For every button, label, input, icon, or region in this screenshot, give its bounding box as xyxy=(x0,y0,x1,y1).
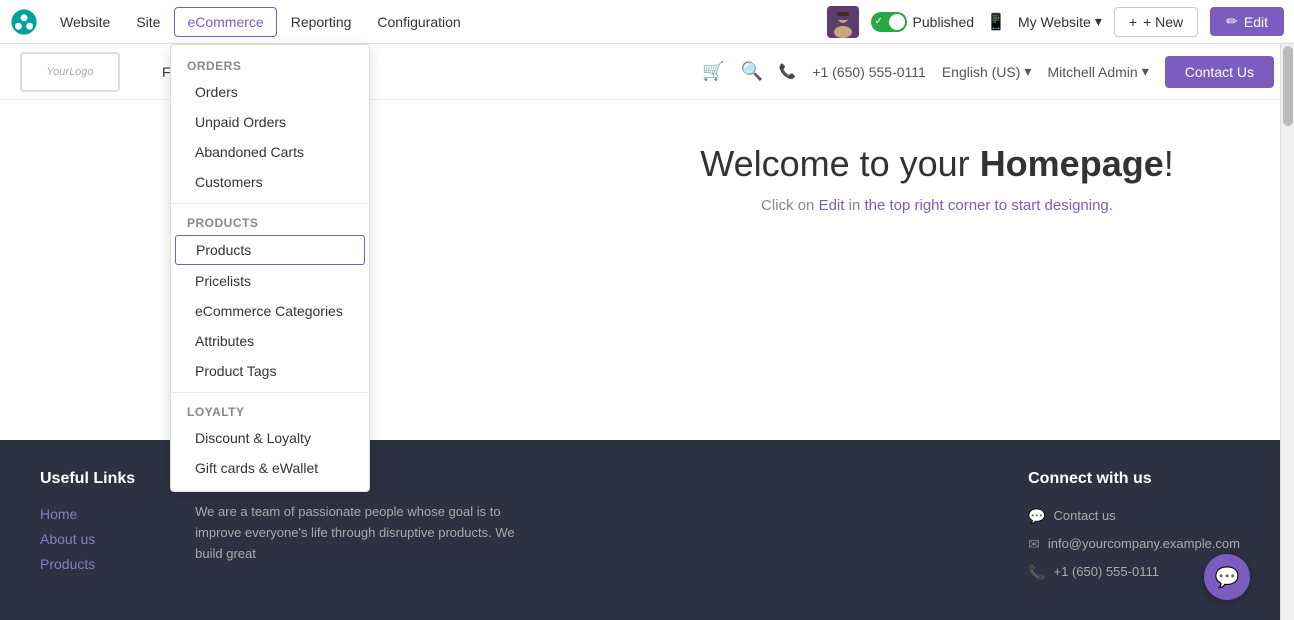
menu-item-customers[interactable]: Customers xyxy=(171,167,369,197)
scrollbar-thumb[interactable] xyxy=(1283,46,1293,126)
published-label: Published xyxy=(913,14,975,30)
hero-heading: Welcome to your Homepage! xyxy=(580,143,1294,185)
user-avatar[interactable] xyxy=(827,6,859,38)
menu-item-products[interactable]: Products xyxy=(175,235,365,265)
hero-welcome-text: Welcome to your xyxy=(700,143,979,184)
phone-text: +1 (650) 555-0111 xyxy=(1054,559,1159,585)
footer-link-about[interactable]: About us xyxy=(40,527,135,552)
nav-website[interactable]: Website xyxy=(48,8,122,36)
menu-item-ecommerce-categories[interactable]: eCommerce Categories xyxy=(171,296,369,326)
chevron-down-icon: ▾ xyxy=(1024,63,1031,80)
search-icon[interactable]: 🔍 xyxy=(740,61,762,82)
menu-item-unpaid-orders[interactable]: Unpaid Orders xyxy=(171,107,369,137)
connect-heading: Connect with us xyxy=(1028,470,1240,488)
orders-section-header: Orders xyxy=(171,53,369,77)
footer-link-home[interactable]: Home xyxy=(40,502,135,527)
plus-icon: + xyxy=(1129,14,1137,30)
email-text: info@yourcompany.example.com xyxy=(1048,531,1240,557)
hero-subtitle: Click on Edit in the top right corner to… xyxy=(580,197,1294,214)
mobile-icon: 📱 xyxy=(986,12,1006,32)
menu-item-abandoned-carts[interactable]: Abandoned Carts xyxy=(171,137,369,167)
useful-links-heading: Useful Links xyxy=(40,470,135,488)
menu-item-gift-cards[interactable]: Gift cards & eWallet xyxy=(171,453,369,483)
email-icon: ✉ xyxy=(1028,530,1040,558)
published-toggle[interactable]: Published xyxy=(871,12,975,32)
menu-item-attributes[interactable]: Attributes xyxy=(171,326,369,356)
divider-1 xyxy=(171,203,369,204)
connect-item-email[interactable]: ✉ info@yourcompany.example.com xyxy=(1028,530,1240,558)
chat-icon: 💬 xyxy=(1028,502,1045,530)
hero-exclamation: ! xyxy=(1164,143,1174,184)
edit-icon: ✏ xyxy=(1226,13,1238,30)
nav-reporting[interactable]: Reporting xyxy=(279,8,364,36)
footer-link-products[interactable]: Products xyxy=(40,552,135,577)
contact-us-button[interactable]: Contact Us xyxy=(1165,56,1274,88)
toggle-knob xyxy=(889,14,905,30)
contact-us-text: Contact us xyxy=(1054,503,1116,529)
edit-button[interactable]: ✏ Edit xyxy=(1210,7,1284,36)
loyalty-section-header: Loyalty xyxy=(171,399,369,423)
footer-useful-links: Useful Links Home About us Products xyxy=(40,470,135,578)
admin-bar-logo xyxy=(10,8,38,36)
admin-bar-right: Published 📱 My Website ▾ + + New ✏ Edit xyxy=(827,6,1284,38)
chevron-down-icon: ▾ xyxy=(1142,63,1149,80)
products-section-header: Products xyxy=(171,210,369,234)
nav-configuration[interactable]: Configuration xyxy=(365,8,472,36)
odoo-logo-icon xyxy=(10,8,38,36)
phone-icon: 📞 xyxy=(1028,558,1045,586)
hero-homepage-text: Homepage xyxy=(980,143,1164,184)
hero-edit-link[interactable]: Edit xyxy=(819,197,845,214)
new-button[interactable]: + + New xyxy=(1114,7,1198,37)
live-chat-button[interactable]: 💬 xyxy=(1204,554,1250,600)
chevron-down-icon: ▾ xyxy=(1095,13,1102,30)
scrollbar[interactable] xyxy=(1280,44,1294,620)
nav-site[interactable]: Site xyxy=(124,8,172,36)
phone-icon: 📞 xyxy=(779,63,796,80)
language-selector[interactable]: English (US) ▾ xyxy=(942,63,1032,80)
menu-item-orders[interactable]: Orders xyxy=(171,77,369,107)
toggle-switch[interactable] xyxy=(871,12,907,32)
divider-2 xyxy=(171,392,369,393)
website-nav-right: 🛒 🔍 📞 +1 (650) 555-0111 English (US) ▾ M… xyxy=(702,56,1274,88)
ecommerce-dropdown: Orders Orders Unpaid Orders Abandoned Ca… xyxy=(170,44,370,492)
admin-nav: Website Site eCommerce Reporting Configu… xyxy=(48,7,827,37)
about-us-text: We are a team of passionate people whose… xyxy=(195,502,535,564)
cart-icon[interactable]: 🛒 xyxy=(702,61,724,82)
logo-image: YourLogo xyxy=(20,52,120,92)
my-website-button[interactable]: My Website ▾ xyxy=(1018,13,1102,30)
user-menu[interactable]: Mitchell Admin ▾ xyxy=(1047,63,1148,80)
menu-item-discount-loyalty[interactable]: Discount & Loyalty xyxy=(171,423,369,453)
website-logo: YourLogo xyxy=(20,52,120,92)
phone-number: +1 (650) 555-0111 xyxy=(812,64,926,80)
menu-item-product-tags[interactable]: Product Tags xyxy=(171,356,369,386)
admin-bar: Website Site eCommerce Reporting Configu… xyxy=(0,0,1294,44)
connect-item-contact[interactable]: 💬 Contact us xyxy=(1028,502,1240,530)
menu-item-pricelists[interactable]: Pricelists xyxy=(171,266,369,296)
nav-ecommerce[interactable]: eCommerce xyxy=(174,7,276,37)
